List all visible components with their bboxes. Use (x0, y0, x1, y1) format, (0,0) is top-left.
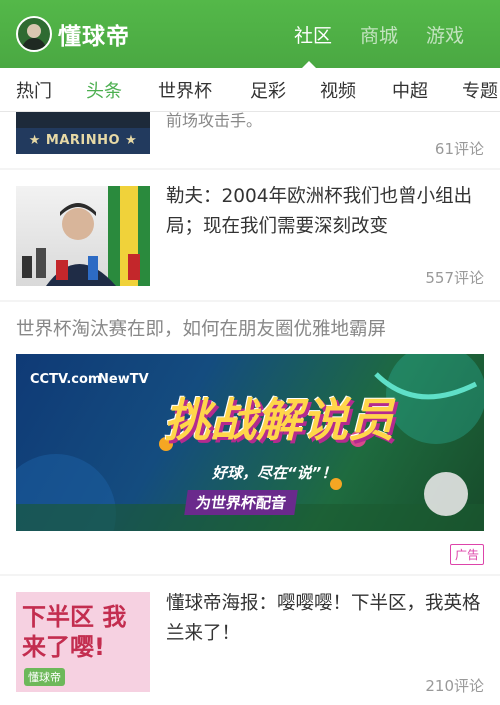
category-nav: 热门 头条 世界杯 足彩 视频 中超 专题 (0, 68, 500, 112)
ad-headline: 挑战解说员 (164, 393, 394, 447)
news-title: 勒夫：2004年欧洲杯我们也曾小组出局；现在我们需要深刻改变 (166, 186, 473, 237)
poster-text: 下半区 我来了嘤! (22, 603, 127, 661)
app-header: 懂球帝 社区 商城 游戏 (0, 0, 500, 68)
comment-count[interactable]: 210评论 (425, 675, 484, 696)
logo[interactable]: 懂球帝 (16, 16, 130, 52)
ad-card[interactable]: 世界杯淘汰赛在即，如何在朋友圈优雅地霸屏 CCTV.com NewTV 挑战解说… (0, 302, 500, 574)
tab-games[interactable]: 游戏 (426, 21, 464, 48)
ad-title: 世界杯淘汰赛在即，如何在朋友圈优雅地霸屏 (16, 319, 387, 340)
ad-banner[interactable]: CCTV.com NewTV 挑战解说员 好球，尽在“说”！ 为世界杯配音 (16, 354, 484, 531)
news-title: 懂球帝海报：嘤嘤嘤！下半区，我英格兰来了！ (166, 593, 481, 644)
active-tab-indicator (302, 61, 316, 68)
news-thumbnail (16, 186, 150, 286)
news-card[interactable]: 勒夫：2004年欧洲杯我们也曾小组出局；现在我们需要深刻改变 557评论 (0, 170, 500, 300)
ad-ribbon: 为世界杯配音 (184, 490, 298, 515)
ad-badge: 广告 (449, 544, 484, 565)
tab-community[interactable]: 社区 (294, 21, 332, 48)
comment-count[interactable]: 557评论 (425, 267, 484, 288)
thumbnail-caption: ★ MARINHO ★ (16, 128, 150, 154)
news-thumbnail: ★ MARINHO ★ (16, 112, 150, 154)
subnav-topics[interactable]: 专题 (462, 77, 498, 103)
subnav-worldcup[interactable]: 世界杯 (158, 77, 212, 103)
news-title: 前场攻击手。 (166, 112, 263, 130)
subnav-hot[interactable]: 热门 (16, 77, 52, 103)
cctv-logo: CCTV.com (30, 372, 102, 387)
newtv-logo: NewTV (98, 372, 149, 387)
user-avatar[interactable] (16, 16, 52, 52)
subnav-lottery[interactable]: 足彩 (250, 77, 286, 103)
news-feed: ★ MARINHO ★ 前场攻击手。 61评论 勒夫：2004年欧洲杯我们也曾小… (0, 112, 500, 705)
news-card[interactable]: ★ MARINHO ★ 前场攻击手。 61评论 (0, 112, 500, 168)
app-title: 懂球帝 (58, 24, 130, 50)
comment-count[interactable]: 61评论 (435, 138, 484, 159)
tab-store[interactable]: 商城 (360, 21, 398, 48)
subnav-video[interactable]: 视频 (320, 77, 356, 103)
news-thumbnail: 下半区 我来了嘤! 懂球帝 (16, 592, 150, 692)
poster-logo: 懂球帝 (24, 668, 65, 686)
press-conference-photo (22, 186, 150, 286)
subnav-headlines[interactable]: 头条 (86, 77, 122, 103)
top-tabs: 社区 商城 游戏 (266, 0, 464, 68)
news-card[interactable]: 下半区 我来了嘤! 懂球帝 懂球帝海报：嘤嘤嘤！下半区，我英格兰来了！ 210评… (0, 576, 500, 705)
subnav-csl[interactable]: 中超 (392, 77, 428, 103)
ad-subheadline: 好球，尽在“说”！ (212, 464, 337, 482)
